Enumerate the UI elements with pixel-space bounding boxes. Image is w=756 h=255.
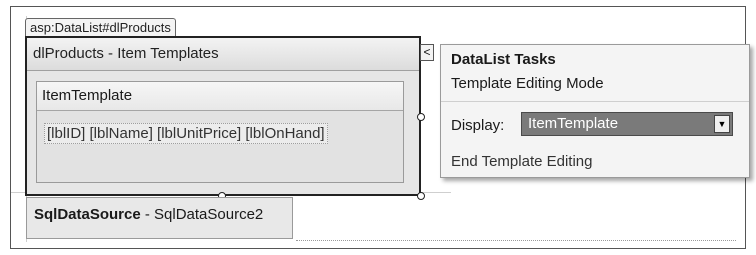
tasks-title: DataList Tasks — [451, 51, 556, 68]
resize-handle-bottom-right[interactable] — [417, 192, 425, 200]
datalist-body: ItemTemplate [lblID] [lblName] [lblUnitP… — [27, 71, 419, 194]
dotted-divider — [296, 240, 736, 241]
tasks-mode-label: Template Editing Mode — [451, 75, 604, 92]
smart-tag-collapse-button[interactable]: < — [420, 44, 434, 61]
tasks-separator — [441, 101, 749, 102]
display-select[interactable]: ItemTemplate ▼ — [521, 112, 733, 136]
datalist-control[interactable]: dlProducts - Item Templates ItemTemplate… — [25, 36, 421, 196]
datasource-name: - SqlDataSource2 — [140, 206, 264, 223]
datasource-type-label: SqlDataSource — [34, 206, 141, 223]
chevron-down-icon[interactable]: ▼ — [714, 115, 730, 133]
end-template-editing-link[interactable]: End Template Editing — [451, 153, 592, 170]
datalist-tasks-panel: DataList Tasks Template Editing Mode Dis… — [440, 44, 750, 178]
display-select-value: ItemTemplate — [528, 115, 619, 132]
control-tag: asp:DataList#dlProducts — [25, 18, 176, 37]
item-template-label: ItemTemplate — [37, 82, 403, 111]
item-template-region[interactable]: ItemTemplate [lblID] [lblName] [lblUnitP… — [36, 81, 404, 183]
item-template-content[interactable]: [lblID] [lblName] [lblUnitPrice] [lblOnH… — [44, 123, 328, 144]
resize-handle-right[interactable] — [417, 113, 425, 121]
sqldatasource-control[interactable]: SqlDataSource - SqlDataSource2 — [26, 197, 293, 239]
display-label: Display: — [451, 117, 505, 134]
datalist-header: dlProducts - Item Templates — [27, 38, 419, 71]
